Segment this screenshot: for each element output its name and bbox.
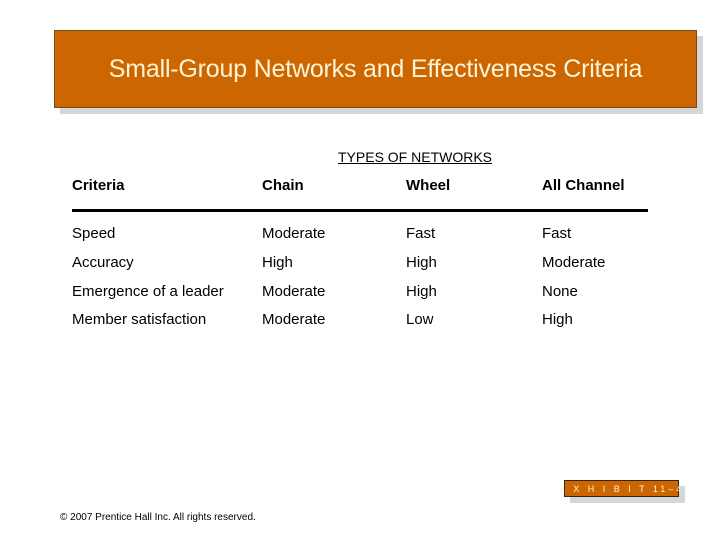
types-of-networks-header: TYPES OF NETWORKS xyxy=(338,149,493,165)
row-all-channel: High xyxy=(542,311,573,328)
row-all-channel: Moderate xyxy=(542,254,606,271)
row-chain: High xyxy=(262,254,293,271)
row-criteria: Speed xyxy=(72,225,116,242)
row-wheel: High xyxy=(406,283,437,300)
header-chain: Chain xyxy=(262,177,304,194)
row-chain: Moderate xyxy=(262,225,326,242)
header-wheel: Wheel xyxy=(406,177,451,194)
header-criteria: Criteria xyxy=(72,177,125,194)
row-criteria: Emergence of a leader xyxy=(72,283,224,300)
row-wheel: Low xyxy=(406,311,434,328)
row-wheel: Fast xyxy=(406,225,436,242)
slide-title: Small-Group Networks and Effectiveness C… xyxy=(108,54,643,83)
header-all-channel: All Channel xyxy=(542,177,625,194)
row-criteria: Member satisfaction xyxy=(72,311,207,328)
row-chain: Moderate xyxy=(262,311,326,328)
row-all-channel: None xyxy=(542,283,578,300)
exhibit-label: E X H I B I T 11–4 xyxy=(558,483,685,494)
copyright-notice: © 2007 Prentice Hall Inc. All rights res… xyxy=(60,512,256,523)
row-wheel: High xyxy=(406,254,437,271)
row-chain: Moderate xyxy=(262,283,326,300)
header-divider xyxy=(72,209,648,212)
exhibit-badge: E X H I B I T 11–4 xyxy=(559,480,681,497)
title-banner: Small-Group Networks and Effectiveness C… xyxy=(54,30,697,108)
row-criteria: Accuracy xyxy=(72,254,134,271)
row-all-channel: Fast xyxy=(542,225,572,242)
